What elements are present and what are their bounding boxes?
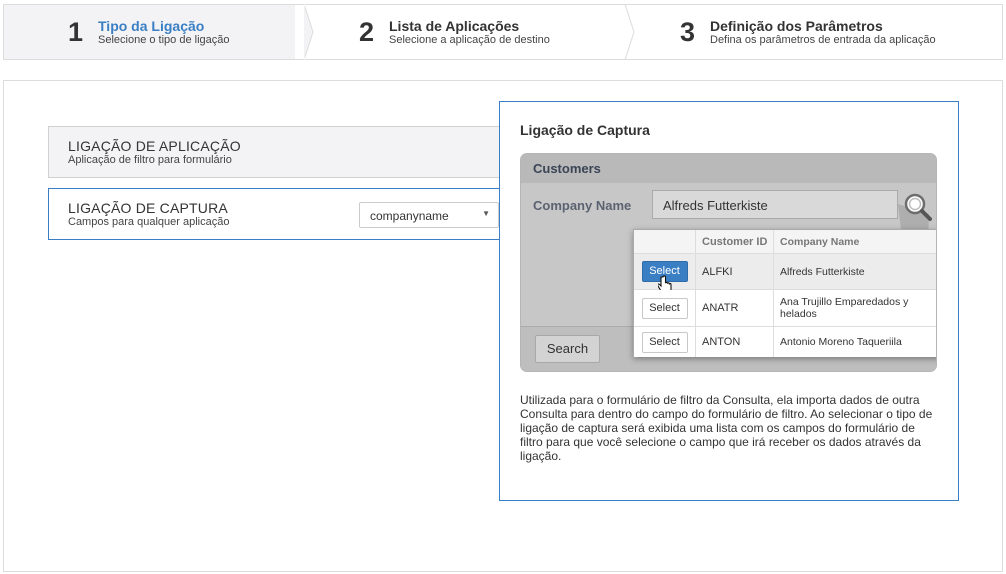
customer-id-cell: ANATR — [696, 290, 774, 326]
select-button: Select — [641, 331, 688, 353]
field-select-value: companyname — [370, 209, 449, 223]
caret-down-icon: ▼ — [482, 209, 490, 218]
step-subtitle: Selecione o tipo de ligação — [98, 33, 230, 46]
select-button: Select — [641, 297, 688, 319]
column-header-company-name: Company Name — [780, 235, 860, 248]
customer-id-cell: ANTON — [696, 327, 774, 357]
step-title: Tipo da Ligação — [98, 17, 205, 34]
detail-description: Utilizada para o formulário de filtro da… — [520, 393, 933, 463]
lookup-popup: Customer ID Company Name Select ALFKI Al… — [633, 229, 936, 357]
main-panel: LIGAÇÃO DE APLICAÇÃO Aplicação de filtro… — [3, 80, 1003, 572]
option-title: LIGAÇÃO DE APLICAÇÃO — [68, 138, 241, 154]
step-title: Lista de Aplicações — [389, 17, 520, 34]
table-row: Select ALFKI Alfreds Futterkiste — [634, 254, 936, 295]
step-subtitle: Defina os parâmetros de entrada da aplic… — [710, 33, 936, 46]
detail-panel: Ligação de Captura Customers Company Nam… — [499, 101, 959, 501]
field-select[interactable]: companyname ▼ — [359, 202, 499, 228]
illustration-search-button: Search — [535, 335, 600, 363]
wizard-step-2[interactable]: 2 Lista de Aplicações Selecione a aplica… — [295, 4, 635, 60]
step-number: 2 — [359, 16, 375, 47]
search-icon — [903, 192, 933, 227]
wizard-step-1[interactable]: 1 Tipo da Ligação Selecione o tipo de li… — [4, 4, 314, 60]
wizard-steps: 1 Tipo da Ligação Selecione o tipo de li… — [3, 4, 1003, 60]
table-row: Select ANTON Antonio Moreno Taqueriila — [634, 327, 936, 357]
capture-illustration: Customers Company Name Alfreds Futterkis… — [520, 153, 937, 372]
column-header-customer-id: Customer ID — [696, 230, 774, 253]
company-name-cell: Alfreds Futterkiste — [780, 265, 865, 278]
company-name-cell: Antonio Moreno Taqueriila — [780, 336, 902, 348]
option-capture-link[interactable]: LIGAÇÃO DE CAPTURA Campos para qualquer … — [48, 188, 500, 240]
detail-title: Ligação de Captura — [520, 122, 650, 138]
popup-header-row: Customer ID Company Name — [634, 230, 936, 254]
company-name-cell: Ana Trujillo Emparedados y helados — [780, 296, 909, 320]
wizard-step-3[interactable]: 3 Definição dos Parâmetros Defina os par… — [616, 5, 1002, 59]
option-subtitle: Aplicação de filtro para formulário — [68, 154, 232, 166]
option-application-link[interactable]: LIGAÇÃO DE APLICAÇÃO Aplicação de filtro… — [48, 126, 500, 178]
customer-id-cell: ALFKI — [696, 254, 774, 289]
step-title: Definição dos Parâmetros — [710, 17, 883, 34]
step-number: 1 — [68, 16, 84, 47]
table-row: Select ANATR Ana Trujillo Emparedados y … — [634, 290, 936, 327]
step-subtitle: Selecione a aplicação de destino — [389, 33, 550, 46]
step-number: 3 — [680, 16, 696, 47]
